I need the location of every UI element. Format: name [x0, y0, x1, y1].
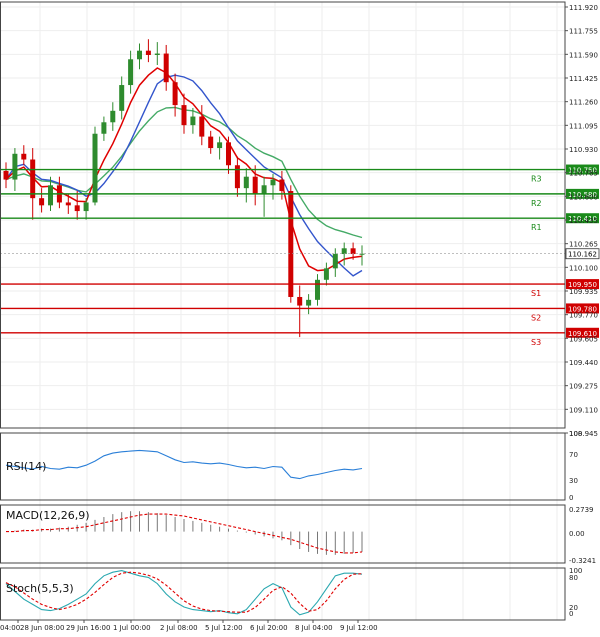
price-tick-label: 110.435 [569, 217, 598, 225]
candle-body [234, 165, 240, 189]
price-tick-label: 111.425 [569, 75, 598, 83]
panel-border [0, 432, 566, 501]
candle-body [306, 299, 312, 306]
rsi-title: RSI(14) [6, 460, 46, 473]
candle-body [74, 205, 80, 212]
macd-panel: MACD(12,26,9) 0.2739 0.00 -0.3241 [6, 506, 596, 565]
candle-body [39, 198, 45, 206]
candle-body [119, 85, 125, 111]
level-name-r1: R1 [531, 223, 542, 232]
candle-body [332, 254, 338, 269]
candle-body [341, 248, 347, 255]
candle-body [12, 153, 18, 180]
candle-body [92, 133, 98, 203]
level-name-r3: R3 [531, 175, 542, 184]
price-tick-label: 109.440 [569, 359, 598, 367]
macd-title: MACD(12,26,9) [6, 509, 90, 522]
price-tick-label: 111.755 [569, 28, 598, 36]
rsi-tick-label: 0 [569, 494, 573, 502]
stoch-tick-label: 0 [569, 610, 573, 618]
candle-body [208, 136, 214, 149]
time-tick-label: 04:00 [0, 624, 20, 632]
level-name-s3: S3 [531, 338, 541, 347]
macd-tick-label: -0.3241 [569, 557, 596, 565]
candle-body [3, 170, 9, 180]
candle-body [137, 50, 142, 60]
price-tick-label: 110.765 [569, 170, 598, 178]
price-tick-label: 111.920 [569, 4, 598, 12]
candle-body [243, 176, 249, 189]
candle-body [288, 191, 294, 297]
price-tick-label: 110.930 [569, 146, 598, 154]
stoch-panel: Stoch(5,5,3)10080200 [5, 567, 582, 618]
time-tick-label: 2 Jul 08:00 [160, 624, 198, 632]
panel-border [0, 1, 566, 429]
time-tick-label: 1 Jul 00:00 [113, 624, 151, 632]
price-tick-label: 109.935 [569, 288, 598, 296]
candle-body [30, 159, 36, 199]
candle-body [279, 179, 285, 192]
rsi-line [5, 449, 363, 480]
candle-body [252, 176, 258, 194]
time-tick-label: 9 Jul 12:00 [340, 624, 378, 632]
price-tick-label: 111.095 [569, 122, 598, 130]
candle-body [83, 202, 89, 212]
candle-body [172, 82, 178, 106]
time-tick-label: 5 Jul 12:00 [205, 624, 243, 632]
candle-body [65, 202, 71, 206]
price-tick-label: 110.600 [569, 193, 598, 201]
grid [0, 2, 565, 620]
candle-body [323, 268, 329, 280]
price-axis: 111.920 111.755 111.590 111.425 111.260 111.0… [565, 4, 598, 438]
price-tick-label: 109.110 [569, 406, 598, 414]
candle-body [261, 185, 267, 194]
candle-body [217, 142, 223, 149]
price-tick-label: 109.275 [569, 383, 598, 391]
current-price-label: 110.162 [568, 251, 597, 259]
candle-body [163, 53, 169, 83]
time-tick-label: 29 Jun 16:00 [66, 624, 110, 632]
time-tick-label: 6 Jul 20:00 [250, 624, 288, 632]
candle-body [110, 110, 116, 123]
candle-body [199, 116, 205, 137]
candle-body [350, 248, 356, 255]
candle-body [270, 179, 276, 186]
price-tick-label: 109.770 [569, 312, 598, 320]
time-tick-label: 8 Jul 04:00 [295, 624, 333, 632]
candle-body [315, 279, 320, 300]
candle-body [21, 153, 27, 160]
candle-body [190, 116, 196, 126]
time-axis: 04:00 28 Jun 08:00 29 Jun 16:00 1 Jul 00:00… [0, 620, 378, 632]
price-tick-label: 111.590 [569, 51, 598, 59]
rsi-panel: RSI(14) 100 70 30 0 [5, 430, 582, 502]
candle-body [101, 122, 107, 134]
candle-body [48, 185, 53, 206]
candles [3, 39, 365, 338]
stoch-title: Stoch(5,5,3) [6, 582, 74, 595]
price-tick-label: 109.605 [569, 335, 598, 343]
macd-tick-label: 0.2739 [569, 506, 594, 514]
candle-body [181, 105, 187, 126]
price-tick-label: 110.265 [569, 241, 598, 249]
level-name-r2: R2 [531, 199, 542, 208]
panel-frames [0, 1, 566, 621]
macd-tick-label: 0.00 [569, 530, 585, 538]
chart-area: R3110.750R2110.580R1110.410S1109.950S210… [0, 1, 600, 632]
candle-body [128, 59, 134, 86]
candle-body [297, 296, 303, 306]
price-tick-label: 110.100 [569, 264, 598, 272]
stoch-tick-label: 80 [569, 574, 578, 582]
candle-body [145, 50, 151, 55]
level-name-s2: S2 [531, 313, 541, 322]
rsi-tick-label: 30 [569, 477, 578, 485]
level-name-s1: S1 [531, 289, 541, 298]
time-tick-label: 28 Jun 08:00 [20, 624, 64, 632]
rsi-tick-label: 70 [569, 451, 578, 459]
rsi-tick-label: 100 [569, 430, 582, 438]
candle-body [154, 53, 160, 55]
price-tick-label: 111.260 [569, 99, 598, 107]
candle-body [226, 142, 231, 166]
